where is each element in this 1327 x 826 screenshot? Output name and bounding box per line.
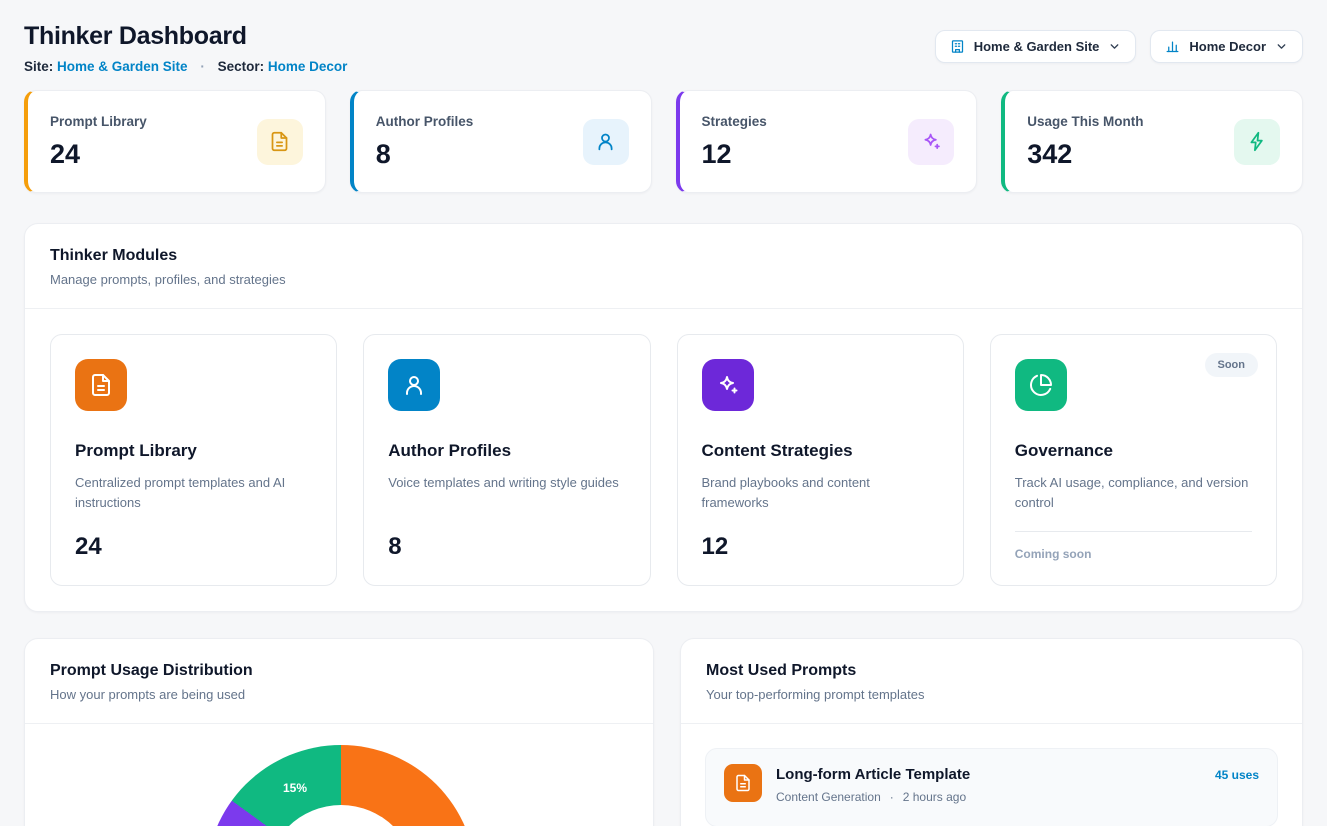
modules-title: Thinker Modules <box>50 247 1277 265</box>
header-left: Thinker Dashboard Site: Home & Garden Si… <box>24 22 347 74</box>
module-card-author-profiles[interactable]: Author Profiles Voice templates and writ… <box>363 334 650 586</box>
prompt-meta: Content Generation · 2 hours ago <box>776 790 1201 804</box>
module-card-prompt-library[interactable]: Prompt Library Centralized prompt templa… <box>50 334 337 586</box>
sector-selector-button[interactable]: Home Decor <box>1150 30 1303 63</box>
donut-chart-area: 15% <box>25 724 653 826</box>
stat-card-strategies: Strategies 12 <box>676 90 978 193</box>
most-used-title: Most Used Prompts <box>706 662 1277 680</box>
module-description: Track AI usage, compliance, and version … <box>1015 473 1252 513</box>
module-card-governance[interactable]: Soon Governance Track AI usage, complian… <box>990 334 1277 586</box>
bottom-row: Prompt Usage Distribution How your promp… <box>24 638 1303 826</box>
header-selectors: Home & Garden Site Home Decor <box>935 30 1303 63</box>
page-title: Thinker Dashboard <box>24 22 347 51</box>
stat-label: Author Profiles <box>376 114 474 129</box>
stat-card-usage: Usage This Month 342 <box>1001 90 1303 193</box>
prompt-info: Long-form Article Template Content Gener… <box>776 764 1201 804</box>
stat-card-prompt-library: Prompt Library 24 <box>24 90 326 193</box>
bar-chart-icon <box>1165 39 1180 54</box>
chevron-down-icon <box>1275 40 1288 53</box>
usage-panel-subtitle: How your prompts are being used <box>50 687 628 702</box>
modules-subtitle: Manage prompts, profiles, and strategies <box>50 272 1277 287</box>
module-description: Brand playbooks and content frameworks <box>702 473 939 513</box>
document-icon <box>257 119 303 165</box>
module-count: 8 <box>388 533 625 561</box>
prompt-time: 2 hours ago <box>903 790 966 804</box>
lightning-icon <box>1234 119 1280 165</box>
stat-label: Prompt Library <box>50 114 147 129</box>
divider <box>681 723 1302 724</box>
site-selector-label: Home & Garden Site <box>974 39 1100 54</box>
sector-link[interactable]: Home Decor <box>268 59 348 74</box>
prompt-title: Long-form Article Template <box>776 766 1201 783</box>
site-selector-button[interactable]: Home & Garden Site <box>935 30 1137 63</box>
stat-value: 8 <box>376 139 474 170</box>
stat-value: 24 <box>50 139 147 170</box>
usage-panel-title: Prompt Usage Distribution <box>50 662 628 680</box>
chevron-down-icon <box>1108 40 1121 53</box>
usage-panel-header: Prompt Usage Distribution How your promp… <box>25 639 653 723</box>
module-title: Prompt Library <box>75 441 312 461</box>
pie-chart-icon <box>1015 359 1067 411</box>
module-footer: Coming soon <box>1015 531 1252 561</box>
stat-card-author-profiles: Author Profiles 8 <box>350 90 652 193</box>
stat-text: Author Profiles 8 <box>376 114 474 170</box>
stats-row: Prompt Library 24 Author Profiles 8 Stra… <box>24 90 1303 193</box>
module-title: Content Strategies <box>702 441 939 461</box>
sparkle-icon <box>702 359 754 411</box>
stat-label: Strategies <box>702 114 767 129</box>
modules-header: Thinker Modules Manage prompts, profiles… <box>25 224 1302 308</box>
stat-text: Prompt Library 24 <box>50 114 147 170</box>
sector-selector-label: Home Decor <box>1189 39 1266 54</box>
stat-text: Usage This Month 342 <box>1027 114 1143 170</box>
stat-text: Strategies 12 <box>702 114 767 170</box>
prompt-usage-panel: Prompt Usage Distribution How your promp… <box>24 638 654 826</box>
stat-value: 12 <box>702 139 767 170</box>
sector-label: Sector: <box>218 59 265 74</box>
document-icon <box>724 764 762 802</box>
most-used-subtitle: Your top-performing prompt templates <box>706 687 1277 702</box>
donut-segment-label: 15% <box>283 781 307 795</box>
module-count: 12 <box>702 533 939 561</box>
sparkle-icon <box>908 119 954 165</box>
person-icon <box>388 359 440 411</box>
soon-badge: Soon <box>1205 353 1259 377</box>
thinker-modules-section: Thinker Modules Manage prompts, profiles… <box>24 223 1303 612</box>
module-title: Author Profiles <box>388 441 625 461</box>
prompt-list-item[interactable]: Long-form Article Template Content Gener… <box>705 748 1278 826</box>
donut-chart <box>206 745 476 826</box>
stat-label: Usage This Month <box>1027 114 1143 129</box>
separator-dot: · <box>200 59 205 74</box>
dashboard-page: Thinker Dashboard Site: Home & Garden Si… <box>0 0 1327 826</box>
site-link[interactable]: Home & Garden Site <box>57 59 188 74</box>
site-sector-line: Site: Home & Garden Site · Sector: Home … <box>24 59 347 74</box>
divider <box>1015 531 1252 532</box>
meta-dot: · <box>890 790 894 804</box>
modules-grid: Prompt Library Centralized prompt templa… <box>25 309 1302 611</box>
stat-value: 342 <box>1027 139 1143 170</box>
header: Thinker Dashboard Site: Home & Garden Si… <box>24 22 1303 74</box>
coming-soon-text: Coming soon <box>1015 547 1252 561</box>
module-description: Voice templates and writing style guides <box>388 473 625 493</box>
most-used-header: Most Used Prompts Your top-performing pr… <box>681 639 1302 723</box>
module-title: Governance <box>1015 441 1252 461</box>
site-label: Site: <box>24 59 53 74</box>
document-icon <box>75 359 127 411</box>
most-used-prompts-panel: Most Used Prompts Your top-performing pr… <box>680 638 1303 826</box>
module-count: 24 <box>75 533 312 561</box>
module-description: Centralized prompt templates and AI inst… <box>75 473 312 513</box>
building-icon <box>950 39 965 54</box>
prompt-category: Content Generation <box>776 790 881 804</box>
prompt-uses-badge: 45 uses <box>1215 764 1259 782</box>
person-icon <box>583 119 629 165</box>
module-card-content-strategies[interactable]: Content Strategies Brand playbooks and c… <box>677 334 964 586</box>
